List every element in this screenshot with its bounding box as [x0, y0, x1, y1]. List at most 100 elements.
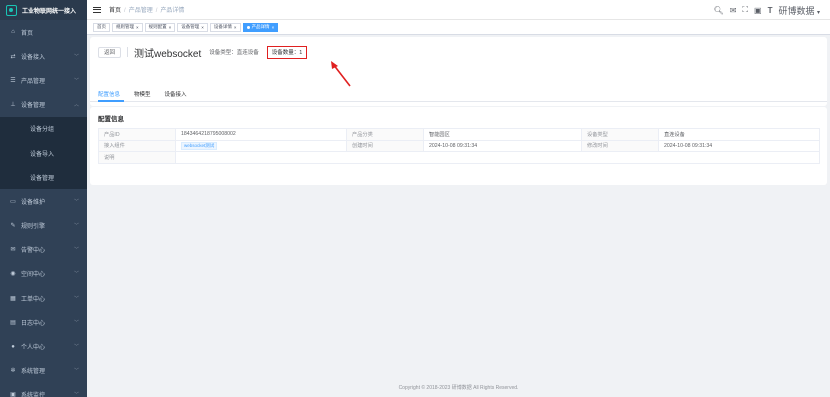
navbar-right: 🔍︎ ✉ ⛶ ▣ T 研博数据 ▾: [714, 0, 820, 20]
breadcrumb-home[interactable]: 首页: [109, 8, 121, 14]
sidebar-item[interactable]: ▤ 日志中心 ﹀: [0, 310, 87, 334]
sidebar-item-label: 系统监控: [21, 393, 46, 397]
tabs-active-bar: [98, 100, 124, 102]
grid-icon: ▦: [10, 295, 16, 302]
tabs-underline: [90, 101, 827, 102]
sidebar-subitem[interactable]: 设备管理: [0, 165, 87, 190]
field-value: [175, 151, 820, 164]
edit-icon: ✎: [10, 223, 16, 230]
monitor-icon: ▭: [10, 198, 16, 205]
chevron-down-icon: ﹀: [73, 392, 79, 397]
table-row: 接入组件 websocket测试 创建时间 2024-10-08 09:31:34 修改…: [98, 139, 820, 152]
hamburger-icon[interactable]: [93, 6, 101, 13]
device-type-label: 设备类型：直连设备: [209, 50, 259, 56]
layout-icon[interactable]: ▣: [754, 6, 762, 15]
sidebar-item[interactable]: ✲ 系统管理 ﹀: [0, 359, 87, 383]
tab-tag-label: 设备详情: [213, 24, 232, 29]
chevron-down-icon: ▾: [816, 9, 820, 16]
field-value: 直连设备: [658, 128, 820, 141]
sidebar-item-label: 设备管理: [30, 175, 55, 182]
top-navbar: 首页 / 产品管理 / 产品详情 🔍︎ ✉ ⛶ ▣ T 研博数据 ▾: [87, 0, 830, 20]
table-row: 说明: [98, 151, 820, 164]
list-icon: ☰: [10, 77, 16, 84]
chevron-down-icon: ﹀: [73, 77, 79, 84]
sidebar-item[interactable]: ▦ 工单中心 ﹀: [0, 286, 87, 310]
message-icon[interactable]: ✉: [730, 6, 737, 15]
close-icon[interactable]: ×: [272, 25, 275, 30]
field-label: 产品分类: [346, 128, 424, 141]
chevron-up-icon: ︿: [73, 102, 79, 109]
sidebar-item-label: 规则引擎: [21, 224, 46, 231]
sidebar-item-label: 工单中心: [21, 296, 46, 303]
back-button[interactable]: 返回: [98, 46, 122, 58]
sidebar-item-label: 设备导入: [30, 151, 55, 158]
tab-tag[interactable]: 设备管理 ×: [177, 22, 208, 32]
gear-icon: ✲: [10, 368, 16, 375]
sidebar-item[interactable]: ▭ 设备维护 ﹀: [0, 189, 87, 213]
chevron-down-icon: ﹀: [73, 247, 79, 254]
close-icon[interactable]: ×: [234, 25, 237, 30]
close-icon[interactable]: ×: [169, 25, 172, 30]
field-label: 产品ID: [98, 128, 176, 141]
chevron-down-icon: ﹀: [73, 344, 79, 351]
chevron-down-icon: ﹀: [73, 368, 79, 375]
sidebar-item-label: 告警中心: [21, 248, 46, 255]
sidebar-item[interactable]: ⇄ 设备接入 ﹀: [0, 44, 87, 68]
breadcrumb-product-management[interactable]: 产品管理: [129, 8, 153, 14]
sidebar-item-label: 产品管理: [21, 78, 46, 85]
field-label: 设备类型: [581, 128, 659, 141]
detail-tab[interactable]: 物模型: [134, 90, 151, 98]
sidebar-item[interactable]: ⌂ 首页: [0, 20, 87, 44]
chevron-down-icon: ﹀: [73, 53, 79, 60]
section-title: 配置信息: [98, 116, 124, 123]
app-root: 工业物联网统一接入 ⌂ 首页 ⇄ 设备接入 ﹀ ☰ 产品管理 ﹀ ⊥ 设备管理 ︿ 设备分组 设备导入设…: [0, 0, 830, 397]
sidebar-item-label: 设备管理: [21, 103, 46, 110]
tab-tag[interactable]: 产品详情 ×: [242, 22, 279, 32]
close-icon[interactable]: ×: [201, 25, 204, 30]
sidebar-item-label: 系统管理: [21, 369, 46, 376]
monitor-icon: ▣: [10, 392, 16, 397]
sidebar-item-label: 个人中心: [21, 345, 46, 352]
product-header-card: 返回 测试websocket 设备类型：直连设备 设备数量：1 配置信息 物模型 设…: [90, 37, 827, 106]
component-tag: websocket测试: [181, 141, 218, 150]
sidebar-item[interactable]: ◉ 空间中心 ﹀: [0, 262, 87, 286]
active-dot-icon: [246, 25, 250, 29]
breadcrumb-product-detail: 产品详情: [160, 8, 185, 14]
field-value: 2024-10-08 09:31:34: [423, 139, 582, 152]
sidebar-subitem[interactable]: 设备导入: [0, 140, 87, 166]
tab-tag[interactable]: 设备详情 ×: [209, 22, 241, 32]
sidebar-item[interactable]: ▣ 系统监控 ﹀: [0, 383, 87, 397]
sidebar-item-label: 设备接入: [21, 54, 46, 61]
sidebar-menu: ⌂ 首页 ⇄ 设备接入 ﹀ ☰ 产品管理 ﹀ ⊥ 设备管理 ︿ 设备分组 设备导入 设备管理 ▭ 设备维护 ﹀ ✎…: [0, 20, 87, 397]
tab-tag[interactable]: 规则配置 ×: [144, 22, 176, 32]
field-value: 2024-10-08 09:31:34: [658, 139, 820, 152]
mail-icon: ✉: [10, 247, 16, 254]
user-icon: ●: [11, 343, 15, 350]
tab-tag[interactable]: 首页: [93, 22, 110, 32]
breadcrumb: 首页 / 产品管理 / 产品详情: [109, 8, 185, 14]
sidebar-item[interactable]: ✎ 规则引擎 ﹀: [0, 214, 87, 238]
close-icon[interactable]: ×: [136, 25, 139, 30]
config-card: 配置信息 产品ID 1843464218795008002 产品分类 智能园区 设备类型…: [90, 107, 827, 185]
sidebar-item[interactable]: ✉ 告警中心 ﹀: [0, 238, 87, 262]
sidebar-item[interactable]: ☰ 产品管理 ﹀: [0, 68, 87, 92]
sidebar-item-label: 日志中心: [21, 320, 46, 327]
tree-icon: ⊥: [10, 102, 16, 109]
search-icon[interactable]: 🔍︎: [714, 6, 724, 15]
product-header: 返回 测试websocket 设备类型：直连设备 设备数量：1: [98, 45, 308, 60]
tab-tag[interactable]: 规则管理 ×: [112, 22, 143, 32]
logo[interactable]: 工业物联网统一接入: [0, 0, 87, 20]
detail-tab[interactable]: 配置信息: [98, 90, 120, 98]
detail-tab[interactable]: 设备接入: [165, 90, 187, 98]
config-table: 产品ID 1843464218795008002 产品分类 智能园区 设备类型 直连设备接…: [98, 128, 820, 164]
font-size-icon[interactable]: T: [768, 6, 773, 15]
tab-tag-label: 设备管理: [181, 24, 200, 29]
app-title: 工业物联网统一接入: [22, 8, 77, 15]
sidebar-item[interactable]: ⊥ 设备管理 ︿: [0, 93, 87, 117]
sidebar-item[interactable]: ● 个人中心 ﹀: [0, 334, 87, 358]
sidebar-subitem[interactable]: 设备分组: [0, 116, 87, 141]
fullscreen-icon[interactable]: ⛶: [742, 5, 748, 15]
tab-tag-label: 规则管理: [116, 24, 134, 29]
user-menu[interactable]: 研博数据 ▾: [778, 4, 820, 17]
field-label: 修改时间: [581, 139, 659, 152]
